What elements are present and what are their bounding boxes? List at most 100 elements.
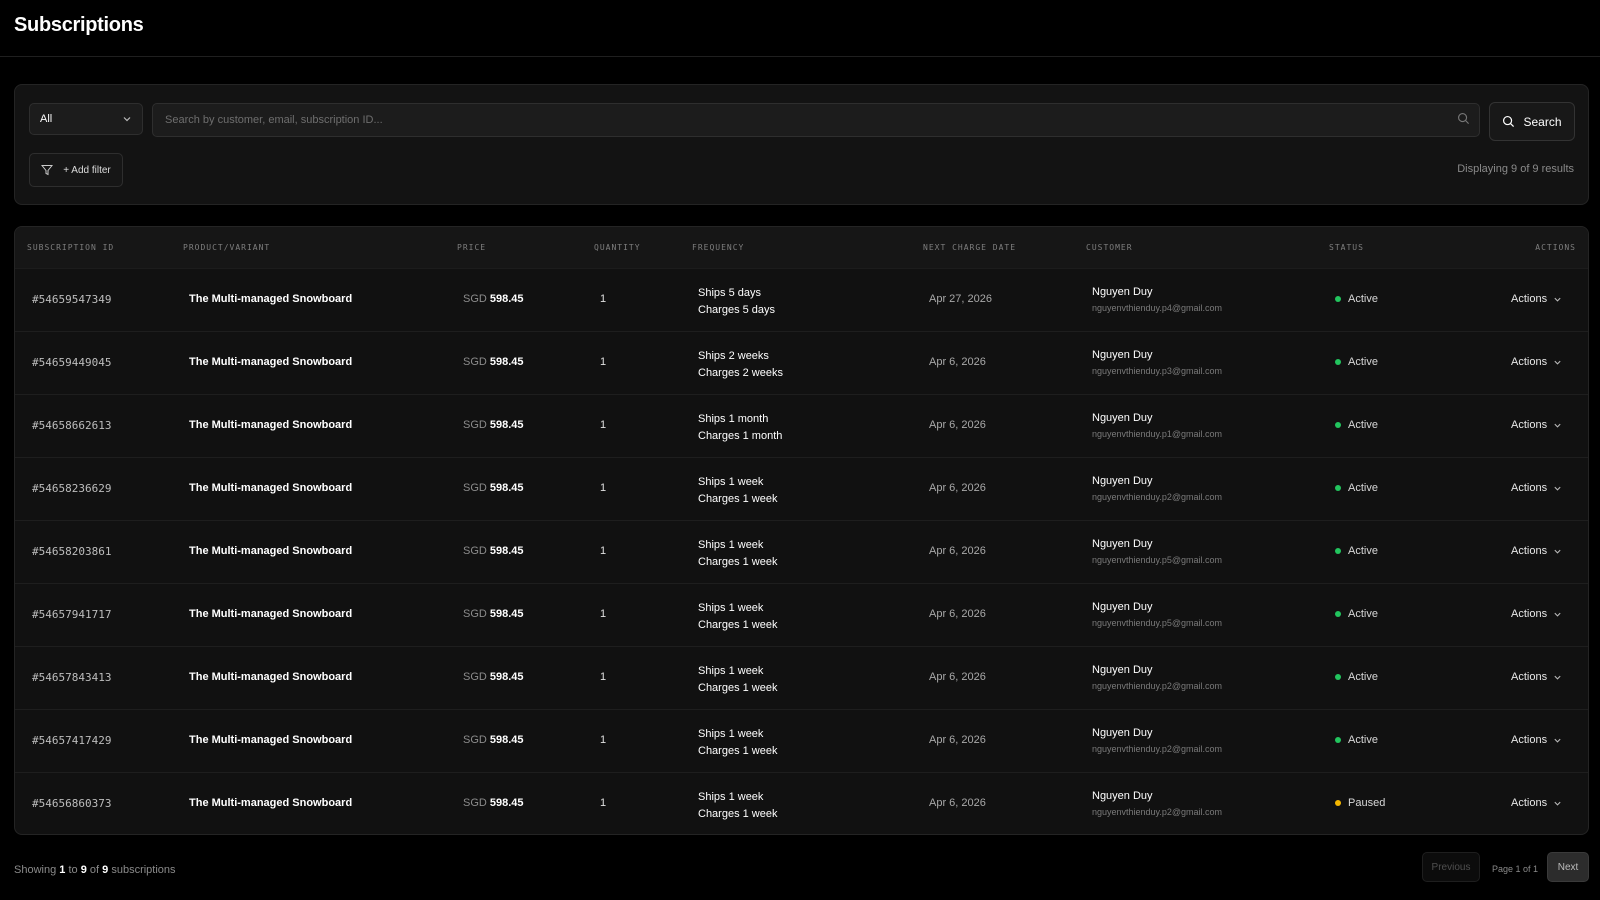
next-charge-date: Apr 6, 2026: [929, 671, 986, 683]
quantity: 1: [600, 608, 607, 620]
header-next-charge-date: NEXT CHARGE DATE: [923, 243, 1017, 252]
chevron-down-icon: [1554, 801, 1561, 806]
price-currency: SGD: [463, 734, 487, 746]
customer: Nguyen Duy nguyenvthienduy.p2@gmail.com: [1092, 726, 1222, 754]
actions-dropdown[interactable]: Actions: [1511, 419, 1562, 431]
table-row: #54657843413 The Multi-managed Snowboard…: [15, 646, 1588, 709]
subscription-id[interactable]: #54658236629: [32, 482, 111, 495]
next-charge-date: Apr 6, 2026: [929, 608, 986, 620]
add-filter-button[interactable]: + Add filter: [29, 153, 123, 187]
charges-frequency: Charges 1 week: [698, 745, 778, 757]
subscription-id[interactable]: #54657417429: [32, 734, 111, 747]
ships-frequency: Ships 1 week: [698, 602, 764, 614]
frequency: Ships 1 week Charges 1 week: [698, 726, 778, 760]
quantity: 1: [600, 356, 607, 368]
next-charge-date: Apr 6, 2026: [929, 419, 986, 431]
chevron-down-icon: [1554, 297, 1561, 302]
price: SGD 598.45: [463, 482, 524, 494]
charges-frequency: Charges 5 days: [698, 304, 776, 316]
table-row: #54656860373 The Multi-managed Snowboard…: [15, 772, 1588, 834]
product-variant: The Multi-managed Snowboard: [189, 356, 353, 368]
subscription-id[interactable]: #54659449045: [32, 356, 111, 369]
subscription-id[interactable]: #54658662613: [32, 419, 111, 432]
subscription-id[interactable]: #54657941717: [32, 608, 111, 621]
table-row: #54658236629 The Multi-managed Snowboard…: [15, 457, 1588, 520]
actions-dropdown[interactable]: Actions: [1511, 356, 1562, 368]
customer-email: nguyenvthienduy.p2@gmail.com: [1092, 492, 1223, 502]
status-badge: Active: [1335, 419, 1378, 431]
chevron-down-icon: [1554, 423, 1561, 428]
actions-label: Actions: [1511, 671, 1548, 683]
subscription-id[interactable]: #54657843413: [32, 671, 111, 684]
actions-label: Actions: [1511, 293, 1548, 305]
ships-frequency: Ships 5 days: [698, 287, 761, 299]
filter-icon: [41, 165, 54, 176]
subscription-id[interactable]: #54659547349: [32, 293, 111, 306]
frequency: Ships 1 month Charges 1 month: [698, 411, 782, 445]
actions-dropdown[interactable]: Actions: [1511, 482, 1562, 494]
ships-frequency: Ships 1 week: [698, 476, 764, 488]
price-amount: 598.45: [489, 797, 524, 809]
status-dot: [1335, 548, 1341, 554]
search-input[interactable]: [152, 103, 1480, 137]
status-filter-value: All: [40, 113, 53, 125]
status-label: Paused: [1348, 797, 1386, 809]
actions-dropdown[interactable]: Actions: [1511, 734, 1562, 746]
customer: Nguyen Duy nguyenvthienduy.p5@gmail.com: [1092, 537, 1222, 565]
status-badge: Paused: [1335, 797, 1385, 809]
ships-frequency: Ships 1 week: [698, 791, 764, 803]
header-actions: ACTIONS: [1535, 243, 1576, 252]
charges-frequency: Charges 2 weeks: [698, 367, 783, 379]
subscriptions-table: SUBSCRIPTION ID PRODUCT/VARIANT PRICE QU…: [14, 226, 1589, 835]
showing-prefix: Showing: [14, 864, 57, 876]
actions-dropdown[interactable]: Actions: [1511, 608, 1562, 620]
price-amount: 598.45: [489, 419, 524, 431]
actions-label: Actions: [1511, 608, 1548, 620]
price-currency: SGD: [463, 293, 487, 305]
price-amount: 598.45: [489, 608, 524, 620]
header-status: STATUS: [1329, 243, 1364, 252]
search-button[interactable]: Search: [1489, 102, 1575, 141]
actions-dropdown[interactable]: Actions: [1511, 797, 1562, 809]
frequency: Ships 1 week Charges 1 week: [698, 537, 778, 571]
charges-frequency: Charges 1 week: [698, 808, 778, 820]
status-label: Active: [1348, 419, 1378, 431]
chevron-down-icon: [1554, 675, 1561, 680]
actions-dropdown[interactable]: Actions: [1511, 293, 1562, 305]
actions-dropdown[interactable]: Actions: [1511, 545, 1562, 557]
next-page-button[interactable]: Next: [1547, 852, 1589, 882]
table-row: #54658203861 The Multi-managed Snowboard…: [15, 520, 1588, 583]
quantity: 1: [600, 671, 607, 683]
product-variant: The Multi-managed Snowboard: [189, 671, 353, 683]
customer: Nguyen Duy nguyenvthienduy.p1@gmail.com: [1092, 411, 1222, 439]
price-amount: 598.45: [489, 356, 524, 368]
product-variant: The Multi-managed Snowboard: [189, 545, 353, 557]
product-variant: The Multi-managed Snowboard: [189, 293, 353, 305]
customer-name: Nguyen Duy: [1092, 790, 1153, 802]
table-row: #54659547349 The Multi-managed Snowboard…: [15, 268, 1588, 331]
previous-page-button[interactable]: Previous: [1422, 852, 1480, 882]
quantity: 1: [600, 419, 607, 431]
next-charge-date: Apr 27, 2026: [929, 293, 992, 305]
actions-label: Actions: [1511, 734, 1548, 746]
price: SGD 598.45: [463, 734, 524, 746]
table-row: #54657941717 The Multi-managed Snowboard…: [15, 583, 1588, 646]
customer-name: Nguyen Duy: [1092, 286, 1153, 298]
status-badge: Active: [1335, 671, 1378, 683]
actions-dropdown[interactable]: Actions: [1511, 671, 1562, 683]
status-badge: Active: [1335, 608, 1378, 620]
customer-email: nguyenvthienduy.p4@gmail.com: [1092, 303, 1223, 313]
customer-email: nguyenvthienduy.p2@gmail.com: [1092, 681, 1223, 691]
showing-of-word: of: [89, 864, 100, 876]
ships-frequency: Ships 2 weeks: [698, 350, 769, 362]
subscription-id[interactable]: #54656860373: [32, 797, 111, 810]
subscription-id[interactable]: #54658203861: [32, 545, 111, 558]
header-quantity: QUANTITY: [594, 243, 641, 252]
status-filter-select[interactable]: All: [29, 103, 143, 135]
price-currency: SGD: [463, 356, 487, 368]
header-customer: CUSTOMER: [1086, 243, 1133, 252]
page-title: Subscriptions: [14, 14, 144, 36]
actions-label: Actions: [1511, 419, 1548, 431]
price-currency: SGD: [463, 545, 487, 557]
page-indicator: Page 1 of 1: [1492, 864, 1539, 874]
